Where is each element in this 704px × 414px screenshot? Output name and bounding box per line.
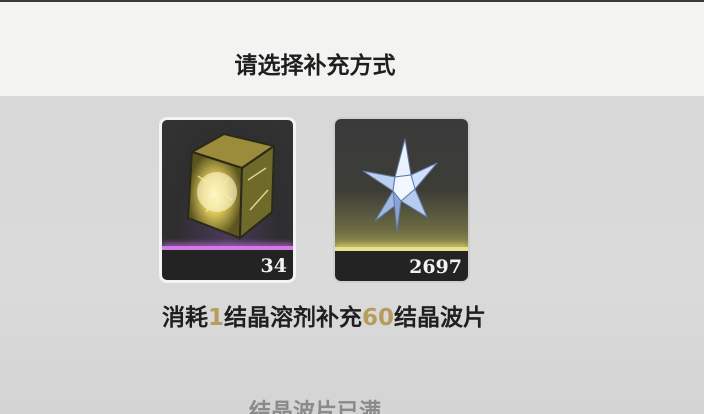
item-count-bar: 34	[162, 250, 293, 280]
dialog-title: 请选择补充方式	[234, 53, 396, 79]
desc-text: 结晶溶剂补充	[224, 305, 362, 331]
item-count: 2697	[409, 256, 462, 278]
status-message: 结晶波片已满	[248, 400, 381, 414]
crystal-wave-star-icon	[362, 138, 438, 232]
amount-number: 60	[362, 305, 395, 331]
desc-text: 消耗	[161, 305, 208, 331]
item-count: 34	[260, 255, 287, 277]
cost-number: 1	[207, 305, 224, 331]
crystal-wave-plate-card[interactable]: 2697	[333, 117, 470, 283]
crystal-solvent-cube-icon	[186, 132, 277, 241]
desc-text: 结晶波片	[394, 305, 487, 331]
crystal-solvent-card[interactable]: 34	[159, 117, 296, 283]
exchange-description: 消耗1结晶溶剂补充60结晶波片	[0, 298, 648, 332]
item-count-bar: 2697	[335, 251, 468, 281]
